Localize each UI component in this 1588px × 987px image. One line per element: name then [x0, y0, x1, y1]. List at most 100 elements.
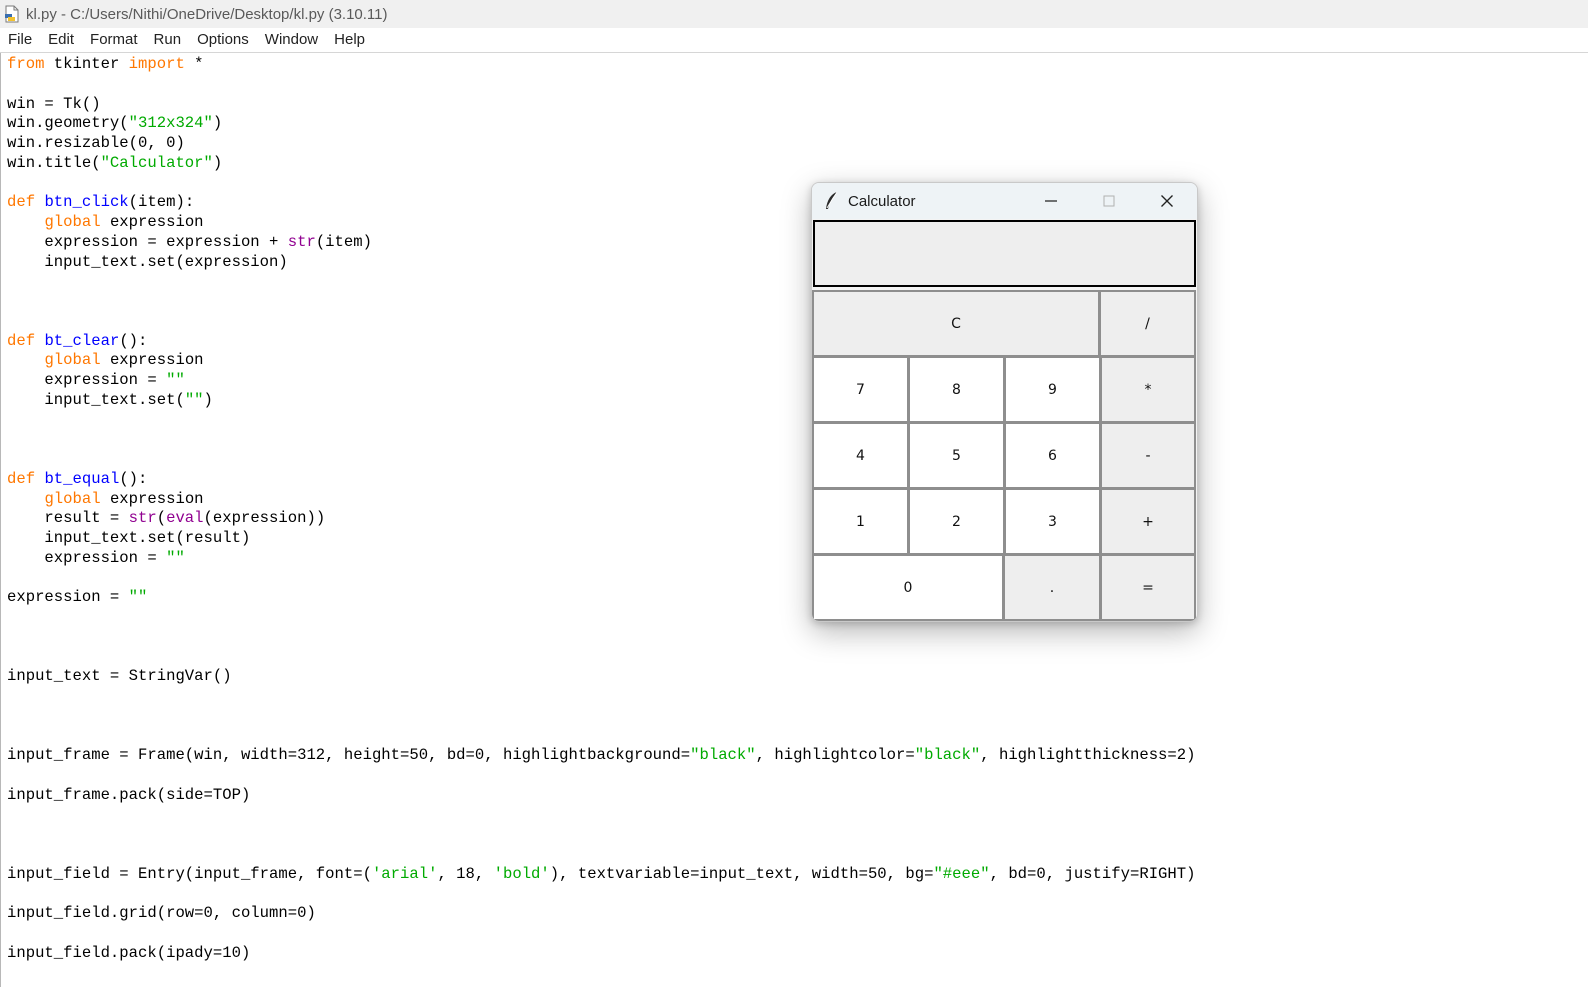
code-line: win.resizable(0, 0) — [7, 134, 1195, 154]
code-token: input_text.set(result) — [7, 529, 251, 547]
code-token: "#eee" — [933, 864, 990, 883]
maximize-icon — [1103, 195, 1115, 207]
clear-button[interactable]: C — [812, 290, 1100, 357]
code-token: global — [44, 351, 101, 370]
eight-button[interactable]: 8 — [908, 356, 1005, 423]
code-line: input_field.pack(ipady=10) — [7, 944, 1195, 964]
menu-run[interactable]: Run — [146, 28, 190, 52]
code-token: "312x324" — [128, 114, 213, 133]
decimal-button[interactable]: . — [1003, 554, 1101, 621]
code-token: import — [128, 55, 185, 73]
menu-window[interactable]: Window — [257, 28, 326, 52]
code-token: expression = — [7, 548, 167, 567]
code-token: 'arial' — [371, 864, 438, 883]
code-token: from — [7, 55, 45, 73]
seven-button[interactable]: 7 — [812, 356, 909, 423]
code-token: ), textvariable=input_text, width=50, bg… — [549, 864, 934, 883]
three-button[interactable]: 3 — [1004, 488, 1101, 555]
code-token: str — [128, 509, 157, 528]
title-bar: kl.py - C:/Users/Nithi/OneDrive/Desktop/… — [0, 0, 1588, 28]
zero-button[interactable]: 0 — [812, 554, 1004, 621]
code-token: expression = — [7, 371, 167, 389]
nine-button[interactable]: 9 — [1004, 356, 1101, 423]
code-line: input_field.grid(row=0, column=0) — [7, 904, 1195, 924]
code-token: input_field.grid(row=0, column=0) — [7, 904, 316, 923]
four-button[interactable]: 4 — [812, 422, 909, 489]
code-line: win.title("Calculator") — [7, 154, 1195, 174]
plus-button[interactable]: + — [1100, 488, 1196, 555]
python-file-icon — [4, 5, 20, 23]
close-button[interactable] — [1138, 183, 1196, 219]
code-line: input_frame.pack(side=TOP) — [7, 786, 1195, 806]
five-button[interactable]: 5 — [908, 422, 1005, 489]
calculator-title-bar[interactable]: Calculator — [812, 183, 1197, 219]
code-token: input_text = StringVar() — [7, 667, 232, 686]
code-token: expression = expression + — [7, 232, 288, 251]
code-token: def — [7, 469, 36, 488]
code-line: input_field = Entry(input_frame, font=('… — [7, 865, 1195, 885]
close-icon — [1161, 195, 1173, 207]
divide-button[interactable]: / — [1099, 290, 1196, 357]
code-token: "Calculator" — [100, 153, 213, 172]
code-token: (): — [119, 469, 148, 488]
code-token: "" — [166, 371, 185, 389]
menu-bar: File Edit Format Run Options Window Help — [0, 28, 1588, 53]
code-token: win = Tk() — [7, 94, 101, 113]
six-button[interactable]: 6 — [1004, 422, 1101, 489]
code-token: btn_click — [44, 193, 129, 212]
code-token: * — [184, 55, 204, 73]
code-token: def — [7, 193, 36, 212]
code-line: input_text = StringVar() — [7, 667, 1195, 687]
equals-button[interactable]: = — [1100, 554, 1196, 621]
code-token: expression — [100, 213, 204, 231]
code-token: expression — [100, 351, 204, 370]
two-button[interactable]: 2 — [908, 488, 1005, 555]
code-token: "black" — [690, 746, 756, 765]
minimize-button[interactable] — [1022, 183, 1080, 219]
one-button[interactable]: 1 — [812, 488, 909, 555]
menu-options[interactable]: Options — [189, 28, 257, 52]
code-token: , highlightcolor= — [755, 746, 915, 765]
multiply-button[interactable]: * — [1100, 356, 1196, 423]
code-token: "" — [184, 390, 204, 409]
code-token: win.title( — [7, 153, 101, 172]
code-token: input_text.set( — [7, 390, 185, 409]
code-token: , bd=0, justify=RIGHT) — [989, 864, 1196, 883]
window-title: kl.py - C:/Users/Nithi/OneDrive/Desktop/… — [26, 5, 388, 23]
menu-file[interactable]: File — [0, 28, 40, 52]
code-token: input_frame.pack(side=TOP) — [7, 785, 251, 804]
code-token: tkinter — [44, 55, 129, 73]
code-token: (expression)) — [203, 509, 326, 528]
code-line: win = Tk() — [7, 95, 1195, 115]
minus-button[interactable]: - — [1100, 422, 1196, 489]
menu-help[interactable]: Help — [326, 28, 373, 52]
code-token: expression = — [7, 588, 129, 607]
menu-format[interactable]: Format — [82, 28, 146, 52]
code-token: win.resizable(0, 0) — [7, 134, 185, 152]
code-token: input_frame = Frame(win, width=312, heig… — [7, 746, 691, 765]
tk-feather-icon — [824, 191, 840, 211]
code-token: ) — [212, 114, 223, 133]
code-token: (item) — [315, 232, 372, 251]
maximize-button[interactable] — [1080, 183, 1138, 219]
code-token: def — [7, 331, 36, 350]
calculator-display-input[interactable] — [813, 220, 1196, 287]
menu-edit[interactable]: Edit — [40, 28, 82, 52]
code-token: 'bold' — [493, 864, 550, 883]
code-token: ) — [203, 390, 213, 409]
code-editor[interactable]: from tkinter import * win = Tk() win.geom… — [0, 53, 1588, 987]
code-token: bt_equal — [44, 469, 120, 488]
code-token: (): — [119, 331, 148, 350]
code-token: "black" — [914, 746, 981, 765]
